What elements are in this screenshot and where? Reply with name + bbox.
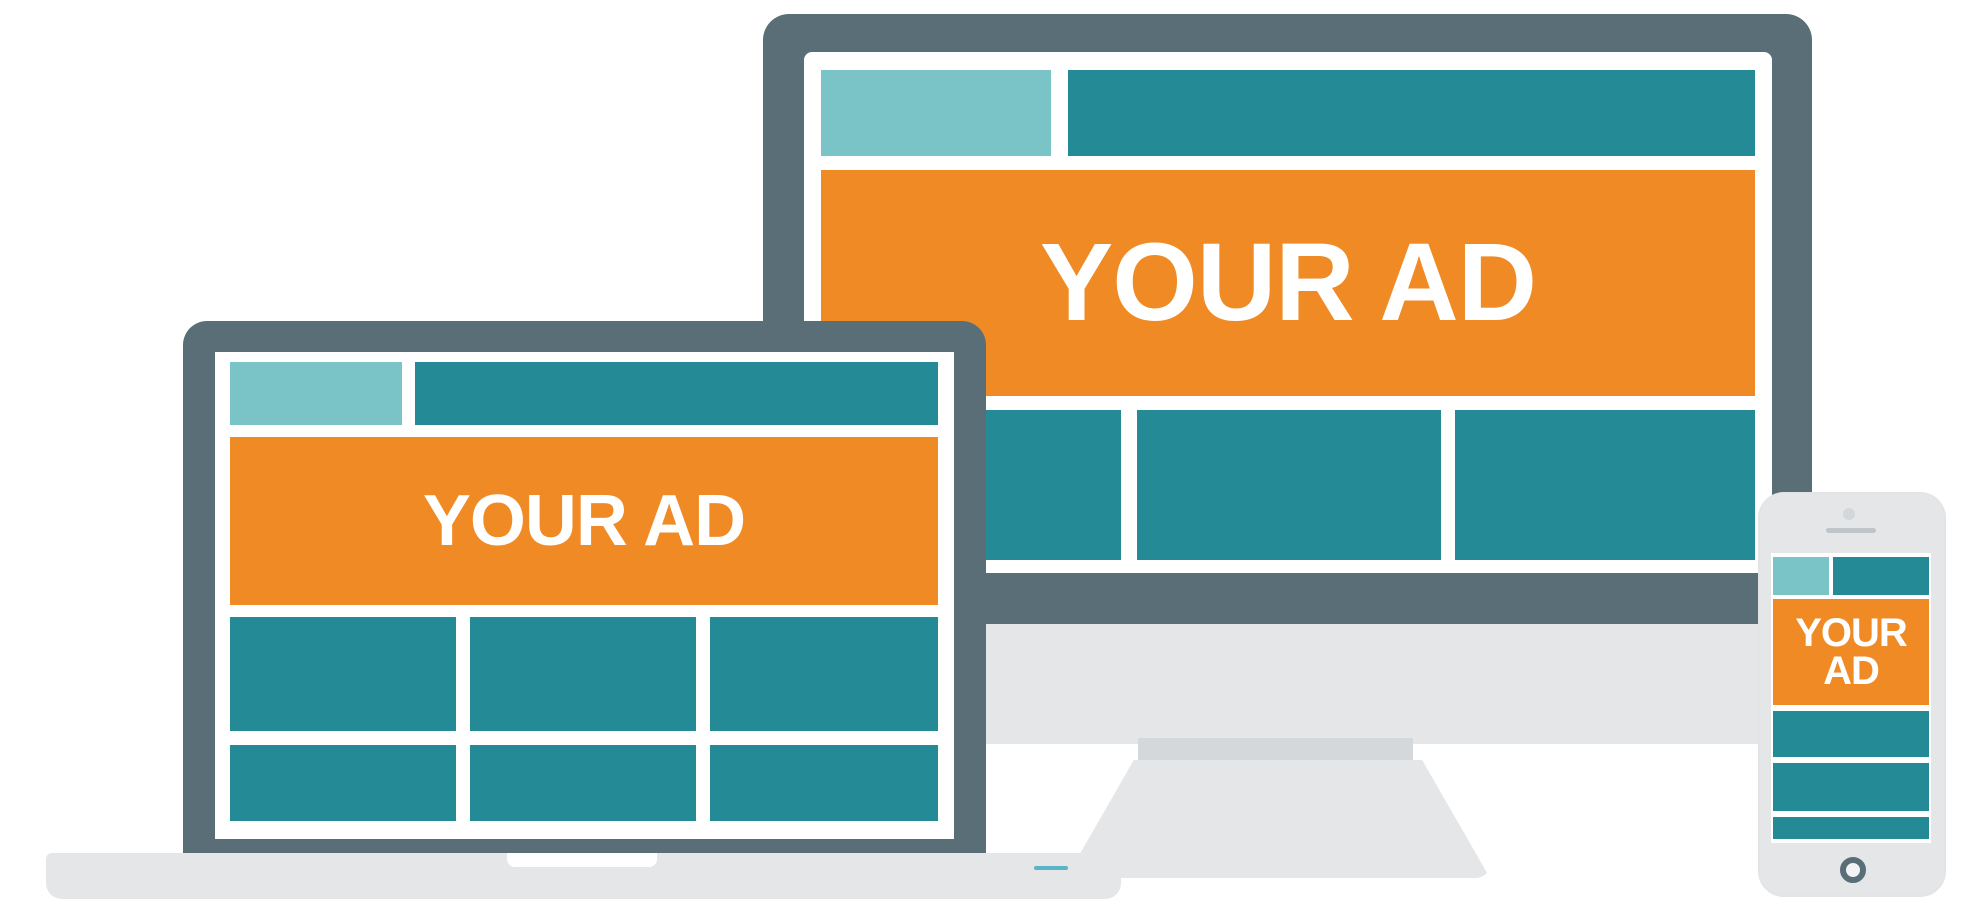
laptop-content-block-5 [470,745,696,821]
monitor-header-nav-block [1068,70,1755,156]
laptop-content-block-4 [230,745,456,821]
phone-content-block-1 [1773,711,1929,757]
responsive-devices-illustration: YOUR AD YOUR AD YOUR AD [0,0,1966,899]
laptop-content-block-2 [470,617,696,731]
laptop-ad-banner: YOUR AD [230,437,938,605]
laptop-screen: YOUR AD [215,352,954,839]
monitor-stand [1066,760,1490,878]
laptop-trackpad-notch [507,853,657,867]
phone-camera [1843,508,1855,520]
laptop-content-block-1 [230,617,456,731]
phone-content-block-3 [1773,817,1929,839]
laptop-content-block-6 [710,745,938,821]
monitor-header-logo-block [821,70,1051,156]
laptop-content-block-3 [710,617,938,731]
phone-ad-text-line-2: AD [1823,649,1880,693]
laptop-ad-text: YOUR AD [422,480,746,561]
phone-screen: YOUR AD [1771,553,1931,843]
phone-speaker [1826,528,1876,533]
phone-home-button [1840,857,1866,883]
laptop-indicator-light [1034,866,1068,870]
monitor-ad-text: YOUR AD [1039,220,1537,344]
phone-ad-text-line-1: YOUR [1795,611,1908,655]
phone-ad-banner: YOUR AD [1773,599,1929,705]
monitor-content-block-3 [1455,410,1755,560]
phone-header-nav-block [1833,557,1929,595]
laptop-header-logo-block [230,362,402,425]
phone-content-block-2 [1773,763,1929,811]
laptop-header-nav-block [415,362,938,425]
monitor-content-block-2 [1137,410,1441,560]
phone-header-logo-block [1773,557,1829,595]
